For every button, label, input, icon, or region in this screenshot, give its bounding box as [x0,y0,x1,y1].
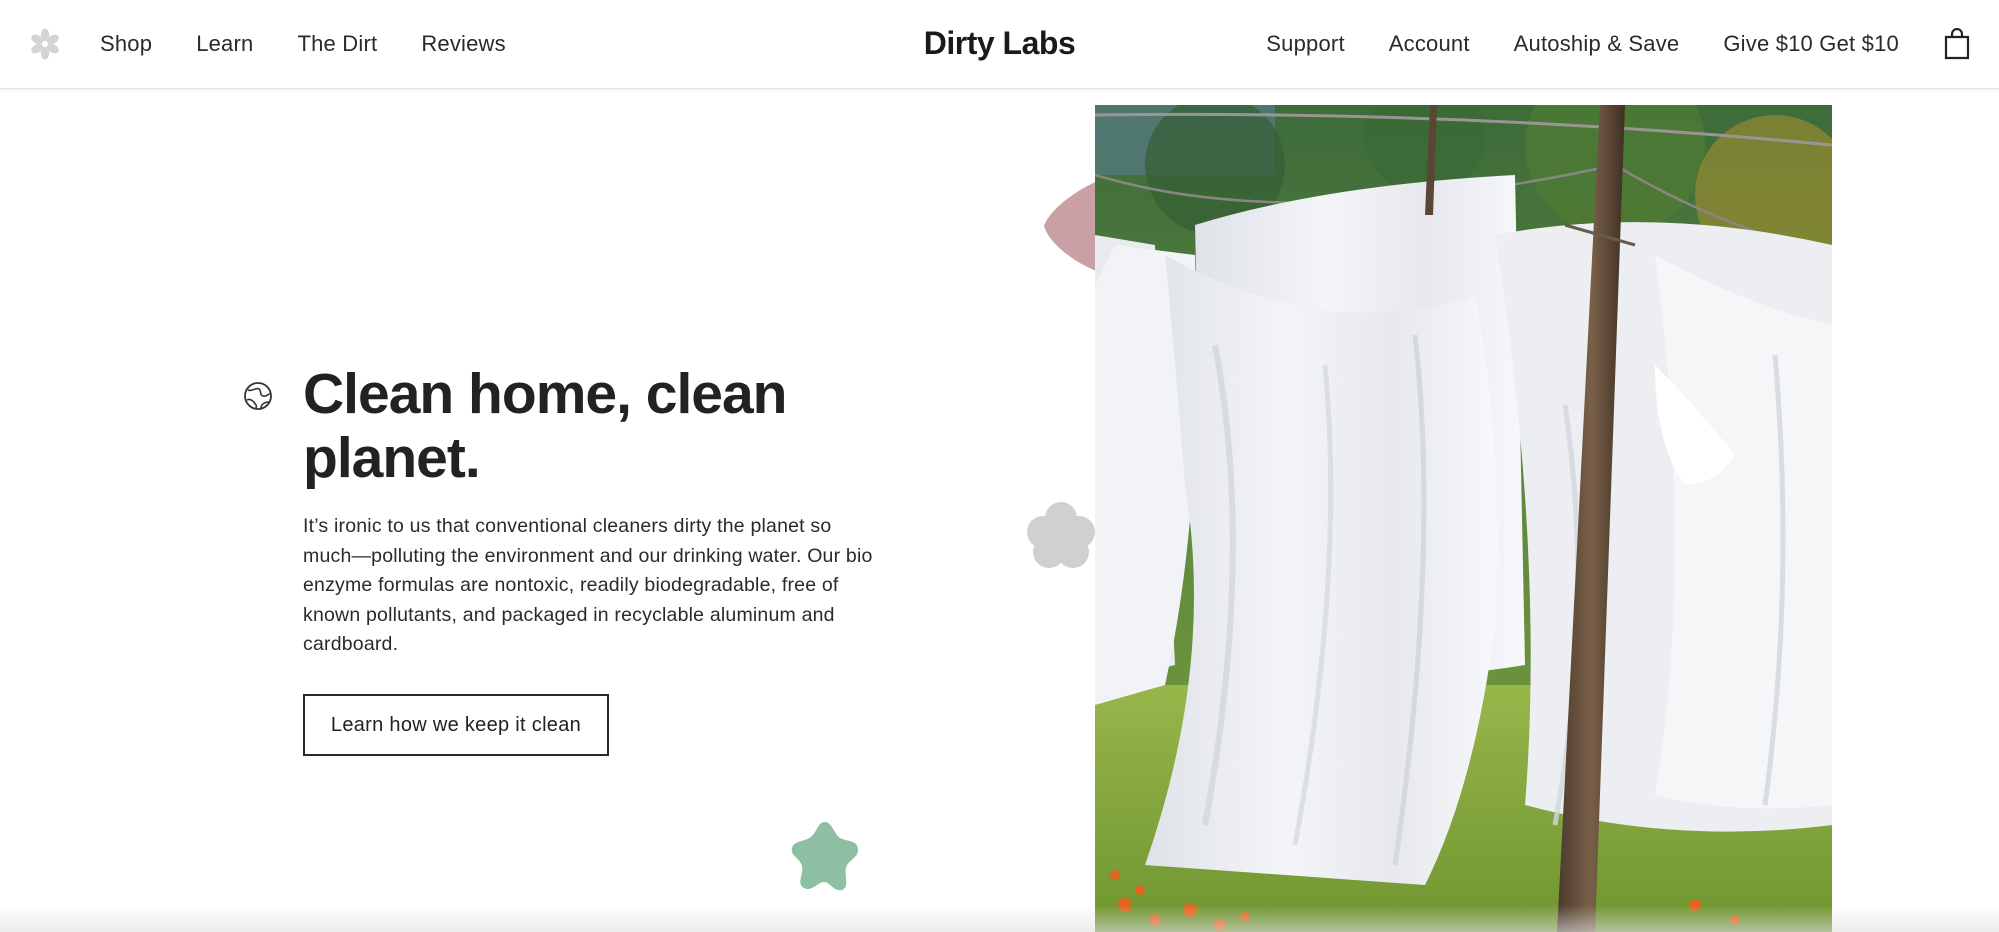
nav-the-dirt[interactable]: The Dirt [297,31,377,57]
globe-icon [243,381,273,411]
site-header: Shop Learn The Dirt Reviews Dirty Labs S… [0,0,1999,89]
nav-support[interactable]: Support [1266,31,1344,57]
nav-shop[interactable]: Shop [100,31,152,57]
laundry-on-clothesline-photo [1095,105,1832,932]
hero-body-text: It’s ironic to us that conventional clea… [303,515,873,655]
hero-headline: Clean home, clean planet. [303,362,788,490]
learn-more-button[interactable]: Learn how we keep it clean [303,694,609,756]
shopping-bag-icon[interactable] [1943,27,1971,60]
snowflake-logo-icon[interactable] [28,27,62,61]
nav-learn[interactable]: Learn [196,31,253,57]
nav-referral[interactable]: Give $10 Get $10 [1723,31,1899,57]
nav-reviews[interactable]: Reviews [421,31,506,57]
brand-logo[interactable]: Dirty Labs [870,0,1130,88]
primary-nav: Shop Learn The Dirt Reviews [28,0,550,88]
nav-autoship[interactable]: Autoship & Save [1514,31,1680,57]
gray-cloud-decoration [1027,502,1095,568]
green-flower-decoration [791,822,858,891]
nav-account[interactable]: Account [1389,31,1470,57]
secondary-nav: Support Account Autoship & Save Give $10… [1222,0,1971,88]
